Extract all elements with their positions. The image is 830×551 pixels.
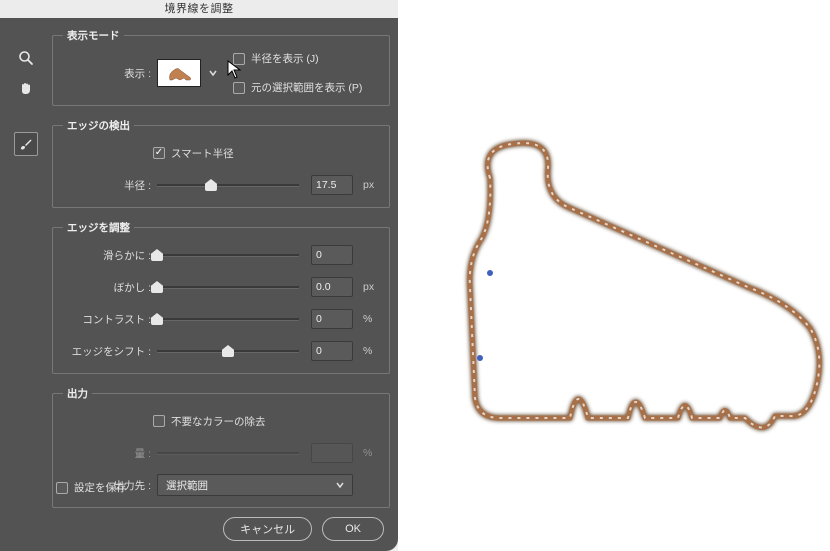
hand-icon	[18, 80, 34, 96]
show-original-label: 元の選択範囲を表示 (P)	[251, 80, 362, 95]
view-mode-thumbnail[interactable]	[157, 59, 201, 87]
section-legend: 出力	[63, 386, 92, 401]
shift-label: エッジをシフト :	[63, 344, 151, 359]
output-to-value: 選択範囲	[166, 478, 208, 493]
contrast-slider[interactable]	[157, 312, 299, 326]
dialog-title: 境界線を調整	[0, 0, 398, 18]
save-settings-checkbox[interactable]	[56, 482, 68, 494]
cancel-button[interactable]: キャンセル	[223, 517, 312, 541]
smooth-slider[interactable]	[157, 248, 299, 262]
edge-detection-section: エッジの検出 スマート半径 半径 : 17.5 px	[52, 118, 390, 208]
brush-icon	[18, 136, 34, 152]
decontaminate-label: 不要なカラーの除去	[171, 414, 266, 429]
show-radius-checkbox[interactable]	[233, 53, 245, 65]
zoom-tool[interactable]	[14, 46, 38, 70]
section-legend: エッジを調整	[63, 220, 134, 235]
ok-button[interactable]: OK	[322, 517, 384, 541]
save-settings-row: 設定を保存	[56, 480, 127, 495]
feather-label: ぼかし :	[63, 280, 151, 295]
amount-unit: %	[359, 447, 379, 459]
amount-value	[311, 443, 353, 463]
display-label: 表示 :	[63, 66, 151, 81]
radius-slider[interactable]	[157, 178, 299, 192]
radius-unit: px	[359, 179, 379, 191]
tool-column	[6, 40, 46, 106]
section-legend: エッジの検出	[63, 118, 134, 133]
shift-unit: %	[359, 345, 379, 357]
hand-tool[interactable]	[14, 76, 38, 100]
refine-brush-tool[interactable]	[14, 132, 38, 156]
view-mode-section: 表示モード 表示 : 半径を表示 (J) 元の選択範囲を表示 (P)	[52, 28, 390, 106]
shift-slider[interactable]	[157, 344, 299, 358]
zoom-icon	[18, 50, 34, 66]
section-legend: 表示モード	[63, 28, 124, 43]
chevron-down-icon[interactable]	[207, 69, 219, 77]
selection-outline	[430, 118, 830, 518]
refine-edge-dialog: 境界線を調整 表示モード 表示 :	[0, 0, 398, 551]
dialog-content: 表示モード 表示 : 半径を表示 (J) 元の選択範囲を表示 (P)	[52, 22, 390, 505]
chevron-down-icon	[336, 481, 344, 489]
contrast-unit: %	[359, 313, 379, 325]
contrast-value[interactable]: 0	[311, 309, 353, 329]
adjust-edge-section: エッジを調整 滑らかに : 0 ぼかし : 0.0 px コントラスト : 0 …	[52, 220, 390, 374]
radius-label: 半径 :	[63, 178, 151, 193]
show-original-checkbox[interactable]	[233, 82, 245, 94]
decontaminate-checkbox[interactable]	[153, 415, 165, 427]
output-to-select[interactable]: 選択範囲	[157, 474, 353, 496]
feather-unit: px	[359, 281, 379, 293]
save-settings-label: 設定を保存	[74, 480, 127, 495]
feather-slider[interactable]	[157, 280, 299, 294]
feather-value[interactable]: 0.0	[311, 277, 353, 297]
smart-radius-checkbox[interactable]	[153, 147, 165, 159]
contrast-label: コントラスト :	[63, 312, 151, 327]
dialog-buttons: キャンセル OK	[223, 517, 384, 541]
show-radius-label: 半径を表示 (J)	[251, 51, 319, 66]
amount-slider	[157, 446, 299, 460]
smooth-label: 滑らかに :	[63, 248, 151, 263]
smart-radius-label: スマート半径	[171, 146, 234, 161]
preview-canvas	[398, 0, 830, 551]
smooth-value[interactable]: 0	[311, 245, 353, 265]
shift-value[interactable]: 0	[311, 341, 353, 361]
radius-value[interactable]: 17.5	[311, 175, 353, 195]
amount-label: 量 :	[63, 446, 151, 461]
